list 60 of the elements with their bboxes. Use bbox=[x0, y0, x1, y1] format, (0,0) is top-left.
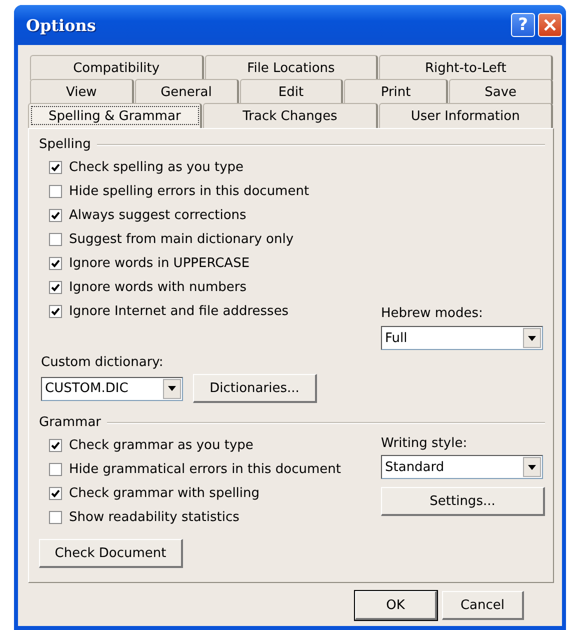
checkmark-icon bbox=[51, 259, 60, 268]
checkbox[interactable] bbox=[49, 209, 62, 222]
help-button[interactable]: ? bbox=[511, 13, 535, 37]
writing-style-dropdown[interactable]: Standard bbox=[381, 455, 543, 479]
dialog-button[interactable]: OK bbox=[355, 591, 437, 620]
checkbox-label: Ignore words with numbers bbox=[69, 280, 247, 295]
checkmark-icon bbox=[51, 211, 60, 220]
section-heading: Spelling bbox=[39, 137, 91, 152]
tab[interactable]: Compatibility bbox=[30, 55, 204, 80]
checkbox[interactable] bbox=[49, 185, 62, 198]
checkmark-icon bbox=[51, 441, 60, 450]
checkbox-label: Suggest from main dictionary only bbox=[69, 232, 294, 247]
field-label: Writing style: bbox=[381, 436, 468, 451]
checkbox-label: Hide spelling errors in this document bbox=[69, 184, 310, 199]
checkbox-label: Ignore words in UPPERCASE bbox=[69, 256, 250, 271]
tab[interactable]: Edit bbox=[240, 79, 344, 104]
close-icon bbox=[544, 19, 556, 31]
checkbox-label: Check grammar as you type bbox=[69, 438, 254, 453]
settings-button[interactable]: Settings... bbox=[381, 487, 545, 516]
checkmark-icon bbox=[51, 163, 60, 172]
field-label: Hebrew modes: bbox=[381, 306, 484, 321]
tab[interactable]: File Locations bbox=[204, 55, 378, 80]
tab[interactable]: Spelling & Grammar bbox=[28, 103, 202, 128]
dictionaries-button[interactable]: Dictionaries... bbox=[193, 374, 317, 403]
checkbox[interactable] bbox=[49, 233, 62, 246]
check-document-button[interactable]: Check Document bbox=[39, 539, 183, 568]
dialog-button[interactable]: Cancel bbox=[442, 591, 524, 620]
window-title: Options bbox=[25, 16, 97, 34]
checkbox-label: Check spelling as you type bbox=[69, 160, 244, 175]
checkbox[interactable] bbox=[49, 305, 62, 318]
checkbox-label: Ignore Internet and file addresses bbox=[69, 304, 289, 319]
tab[interactable]: Save bbox=[449, 79, 553, 104]
checkbox[interactable] bbox=[49, 487, 62, 500]
close-button[interactable] bbox=[538, 13, 562, 37]
checkbox[interactable] bbox=[49, 439, 62, 452]
checkbox-label: Show readability statistics bbox=[69, 510, 240, 525]
checkmark-icon bbox=[51, 283, 60, 292]
checkmark-icon bbox=[51, 307, 60, 316]
checkbox-label: Hide grammatical errors in this document bbox=[69, 462, 341, 477]
checkbox[interactable] bbox=[49, 511, 62, 524]
tab[interactable]: Track Changes bbox=[203, 103, 378, 128]
section-heading: Grammar bbox=[39, 415, 102, 430]
dropdown-arrow-icon bbox=[528, 336, 536, 340]
tab[interactable]: Print bbox=[344, 79, 448, 104]
dropdown-arrow-icon bbox=[528, 464, 536, 470]
tab[interactable]: User Information bbox=[378, 103, 553, 128]
checkbox[interactable] bbox=[49, 281, 62, 294]
tab[interactable]: Right-to-Left bbox=[379, 55, 554, 80]
custom-dictionary-dropdown[interactable]: CUSTOM.DIC bbox=[41, 376, 183, 400]
checkbox[interactable] bbox=[49, 463, 62, 476]
field-label: Custom dictionary: bbox=[41, 355, 164, 370]
checkbox-label: Check grammar with spelling bbox=[69, 486, 260, 501]
checkbox-label: Always suggest corrections bbox=[69, 208, 246, 223]
hebrew-modes-dropdown[interactable]: Full bbox=[381, 326, 543, 350]
tab[interactable]: General bbox=[134, 79, 239, 104]
checkbox[interactable] bbox=[49, 161, 62, 174]
dropdown-arrow-icon bbox=[168, 386, 176, 391]
checkbox[interactable] bbox=[49, 257, 62, 270]
tab[interactable]: View bbox=[30, 79, 134, 104]
checkmark-icon bbox=[51, 489, 60, 498]
